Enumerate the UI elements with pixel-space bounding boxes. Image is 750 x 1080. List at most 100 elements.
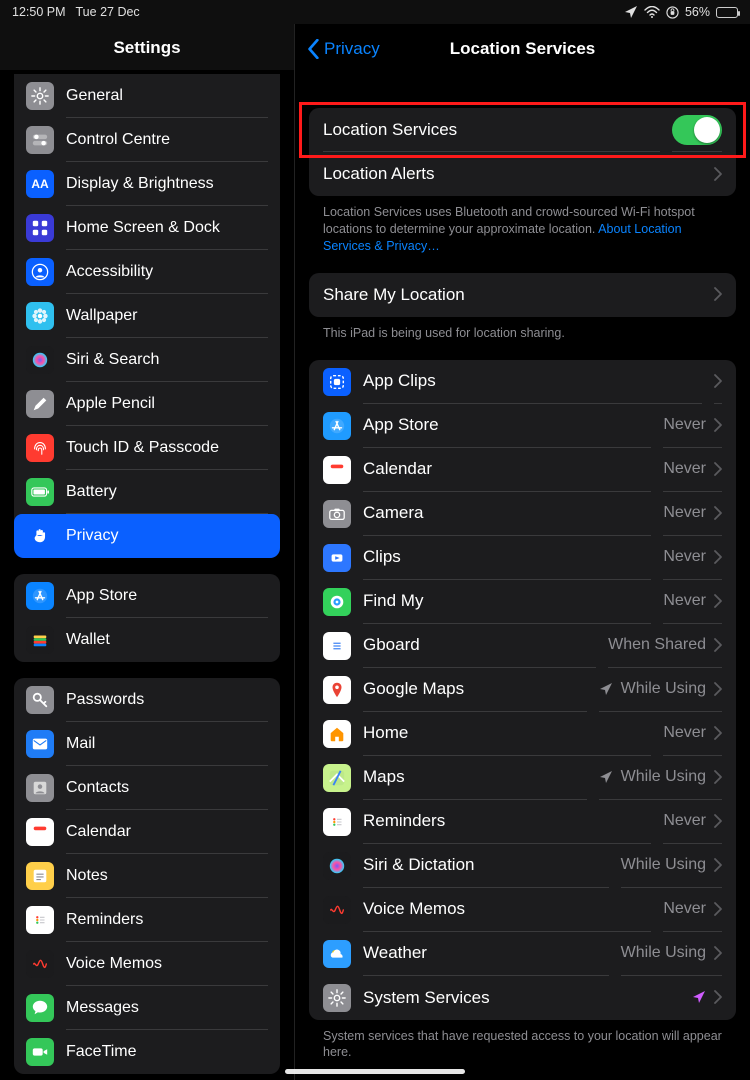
app-label: Calendar: [363, 459, 432, 479]
app-label: Maps: [363, 767, 405, 787]
app-status: Never: [663, 900, 706, 918]
app-label: Siri & Dictation: [363, 855, 474, 875]
back-button[interactable]: Privacy: [307, 39, 380, 59]
app-row-siri2[interactable]: Siri & DictationWhile Using: [309, 844, 736, 888]
chevron-right-icon: [714, 858, 722, 872]
row-label: Share My Location: [323, 285, 465, 305]
general-icon: [26, 82, 54, 110]
row-loc-services[interactable]: Location Services: [309, 108, 736, 152]
sidebar-item-calendar-app[interactable]: Calendar: [14, 810, 280, 854]
sidebar-item-display[interactable]: AADisplay & Brightness: [14, 162, 280, 206]
app-status: While Using: [621, 768, 706, 786]
back-button-label: Privacy: [324, 39, 380, 59]
sidebar-item-general[interactable]: General: [14, 74, 280, 118]
app-row-system[interactable]: System Services: [309, 976, 736, 1020]
apps-footer-text: System services that have requested acce…: [309, 1020, 736, 1062]
findmy-icon: [323, 588, 351, 616]
app-label: Find My: [363, 591, 423, 611]
sidebar-item-label: Control Centre: [66, 131, 170, 149]
voice-memos-app-icon: [26, 950, 54, 978]
app-status: Never: [663, 724, 706, 742]
battery-icon: [26, 478, 54, 506]
sidebar-item-label: Privacy: [66, 527, 118, 545]
chevron-right-icon: [714, 167, 722, 181]
app-row-gboard[interactable]: GboardWhen Shared: [309, 624, 736, 668]
sidebar-item-privacy[interactable]: Privacy: [14, 514, 280, 558]
share-footer-text: This iPad is being used for location sha…: [309, 317, 736, 342]
app-status: Never: [663, 812, 706, 830]
app-label: App Store: [363, 415, 439, 435]
location-arrow-icon: [624, 5, 638, 19]
sidebar-item-reminders-app[interactable]: Reminders: [14, 898, 280, 942]
row-label: Location Services: [323, 120, 457, 140]
app-status: When Shared: [608, 636, 706, 654]
sidebar-item-touchid[interactable]: Touch ID & Passcode: [14, 426, 280, 470]
home-indicator[interactable]: [285, 1069, 465, 1074]
display-icon: AA: [26, 170, 54, 198]
clips-icon: [323, 544, 351, 572]
sidebar-item-label: Siri & Search: [66, 351, 159, 369]
location-services-toggle[interactable]: [672, 115, 722, 145]
sidebar-item-siri[interactable]: Siri & Search: [14, 338, 280, 382]
sidebar-item-label: Contacts: [66, 779, 129, 797]
sidebar-item-home-screen[interactable]: Home Screen & Dock: [14, 206, 280, 250]
wallpaper-icon: [26, 302, 54, 330]
control-centre-icon: [26, 126, 54, 154]
sidebar-title: Settings: [0, 24, 294, 70]
sidebar-item-passwords[interactable]: Passwords: [14, 678, 280, 722]
app-row-camera[interactable]: CameraNever: [309, 492, 736, 536]
app-row-home[interactable]: HomeNever: [309, 712, 736, 756]
sidebar-item-wallet[interactable]: Wallet: [14, 618, 280, 662]
sidebar-item-label: General: [66, 87, 123, 105]
chevron-right-icon: [714, 902, 722, 916]
sidebar-item-control-centre[interactable]: Control Centre: [14, 118, 280, 162]
sidebar-item-facetime[interactable]: FaceTime: [14, 1030, 280, 1074]
sidebar-item-pencil[interactable]: Apple Pencil: [14, 382, 280, 426]
app-label: Clips: [363, 547, 401, 567]
battery-pct: 56%: [685, 5, 710, 19]
sidebar-item-label: Wallet: [66, 631, 110, 649]
pencil-icon: [26, 390, 54, 418]
sidebar-item-mail[interactable]: Mail: [14, 722, 280, 766]
app-row-calendar[interactable]: CalendarNever: [309, 448, 736, 492]
sidebar-item-label: Battery: [66, 483, 117, 501]
row-share-location[interactable]: Share My Location: [309, 273, 736, 317]
sidebar-item-battery[interactable]: Battery: [14, 470, 280, 514]
app-status: Never: [663, 504, 706, 522]
sidebar-item-accessibility[interactable]: Accessibility: [14, 250, 280, 294]
sidebar-item-contacts[interactable]: Contacts: [14, 766, 280, 810]
app-row-appclips[interactable]: App Clips: [309, 360, 736, 404]
gboard-icon: [323, 632, 351, 660]
privacy-icon: [26, 522, 54, 550]
reminders-icon: [323, 808, 351, 836]
contacts-icon: [26, 774, 54, 802]
app-row-reminders[interactable]: RemindersNever: [309, 800, 736, 844]
sidebar-item-messages[interactable]: Messages: [14, 986, 280, 1030]
chevron-right-icon: [714, 506, 722, 520]
notes-icon: [26, 862, 54, 890]
app-row-appstore2[interactable]: App Store Never: [309, 404, 736, 448]
row-loc-alerts[interactable]: Location Alerts: [309, 152, 736, 196]
sidebar-item-appstore[interactable]: App Store: [14, 574, 280, 618]
app-row-findmy[interactable]: Find MyNever: [309, 580, 736, 624]
touchid-icon: [26, 434, 54, 462]
sidebar-item-notes[interactable]: Notes: [14, 854, 280, 898]
battery-icon: [716, 7, 738, 18]
system-icon: [323, 984, 351, 1012]
chevron-right-icon: [714, 682, 722, 696]
voicememos-icon: [323, 896, 351, 924]
sidebar-item-label: Notes: [66, 867, 108, 885]
app-status: Never: [663, 416, 706, 434]
detail-pane: Privacy Location Services Location Servi…: [294, 24, 750, 1080]
sidebar-item-voice-memos-app[interactable]: Voice Memos: [14, 942, 280, 986]
calendar-app-icon: [26, 818, 54, 846]
app-row-weather[interactable]: WeatherWhile Using: [309, 932, 736, 976]
chevron-right-icon: [714, 418, 722, 432]
sidebar-item-wallpaper[interactable]: Wallpaper: [14, 294, 280, 338]
app-row-gmaps[interactable]: Google MapsWhile Using: [309, 668, 736, 712]
appstore-icon: [26, 582, 54, 610]
app-row-maps[interactable]: Maps While Using: [309, 756, 736, 800]
app-row-clips[interactable]: ClipsNever: [309, 536, 736, 580]
app-row-voicememos[interactable]: Voice MemosNever: [309, 888, 736, 932]
rotation-lock-icon: [666, 6, 679, 19]
